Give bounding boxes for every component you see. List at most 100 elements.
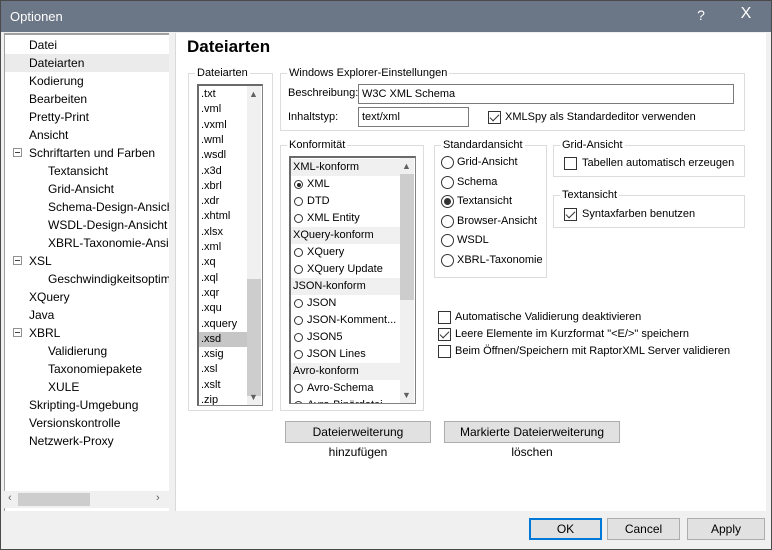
scroll-up-icon[interactable]: ▲ [402,161,411,171]
sidebar-item[interactable]: Validierung [5,342,169,360]
default-view-radio[interactable] [441,234,454,247]
filetype-item[interactable]: .wml [199,133,247,148]
description-input[interactable] [358,84,734,104]
sidebar-item[interactable]: XSL [5,252,169,270]
option-checkbox[interactable] [438,328,451,341]
sidebar-item[interactable]: Grid-Ansicht [5,180,169,198]
option-checkbox[interactable] [438,345,451,358]
radio-button[interactable] [294,401,303,403]
collapse-icon[interactable] [13,148,22,157]
sidebar-item[interactable]: XBRL [5,324,169,342]
sidebar-item[interactable]: Dateiarten [5,54,169,72]
conformance-option[interactable]: JSON Lines [291,346,400,363]
radio-button[interactable] [294,333,303,342]
sidebar-item[interactable]: WSDL-Design-Ansicht [5,216,169,234]
default-view-label[interactable]: Browser-Ansicht [457,215,537,227]
sidebar-item[interactable]: Schema-Design-Ansicht [5,198,169,216]
scroll-left-icon[interactable]: ‹ [8,492,12,504]
radio-button[interactable] [294,350,303,359]
default-view-label[interactable]: Grid-Ansicht [457,156,518,168]
filetype-item[interactable]: .xsl [199,362,247,377]
conformance-option[interactable]: DTD [291,193,400,210]
tree-horizontal-scrollbar[interactable]: ‹ › [4,491,169,508]
collapse-icon[interactable] [13,328,22,337]
sidebar-item[interactable]: Kodierung [5,72,169,90]
sidebar-item[interactable]: Ansicht [5,126,169,144]
sidebar-item[interactable]: Schriftarten und Farben [5,144,169,162]
filetype-item[interactable]: .xbrl [199,179,247,194]
sidebar-item[interactable]: XQuery [5,288,169,306]
radio-button[interactable] [294,214,303,223]
conformance-scrollbar[interactable]: ▲ ▼ [400,158,414,403]
filetype-item[interactable]: .xsd [199,331,247,347]
default-view-label[interactable]: Schema [457,176,497,188]
option-checkbox[interactable] [438,311,451,324]
conformance-option[interactable]: Avro-Binärdatei [291,397,400,403]
sidebar-item[interactable]: Versionskontrolle [5,414,169,432]
auto-tables-label[interactable]: Tabellen automatisch erzeugen [582,157,734,169]
radio-button[interactable] [294,197,303,206]
conformance-option[interactable]: XML [291,176,400,193]
default-view-radio[interactable] [441,253,454,267]
scroll-down-icon[interactable]: ▼ [402,390,411,400]
close-button[interactable]: X [736,5,756,23]
sidebar-item[interactable]: Geschwindigkeitsoptimierungen [5,270,169,288]
sidebar-item[interactable]: Taxonomiepakete [5,360,169,378]
scroll-up-icon[interactable]: ▲ [249,89,258,99]
filetype-item[interactable]: .xslt [199,378,247,393]
sidebar-item[interactable]: Textansicht [5,162,169,180]
filetype-item[interactable]: .vml [199,102,247,117]
sidebar-item[interactable]: Netzwerk-Proxy [5,432,169,450]
default-view-label[interactable]: XBRL-Taxonomie [457,254,543,266]
filetype-item[interactable]: .x3d [199,164,247,179]
auto-tables-checkbox[interactable] [564,157,577,170]
default-view-label[interactable]: Textansicht [457,195,512,207]
filetype-item[interactable]: .xlsx [199,225,247,240]
sidebar-item[interactable]: Java [5,306,169,324]
filetype-item[interactable]: .xqr [199,286,247,301]
default-view-radio[interactable] [441,195,454,208]
filetypes-list[interactable]: .zip .xslt .xsl .xsig .xsd .xquery .xqu .xqr .xq… [197,84,263,406]
radio-button[interactable] [294,384,303,393]
option-label[interactable]: Automatische Validierung deaktivieren [455,311,641,323]
default-editor-checkbox[interactable] [488,111,501,124]
filetype-item[interactable]: .txt [199,87,247,102]
content-type-input[interactable] [358,107,469,127]
option-label[interactable]: Leere Elemente im Kurzformat "<E/>" spei… [455,328,689,340]
radio-button[interactable] [294,316,303,325]
apply-button[interactable]: Apply [687,518,765,540]
sidebar-item[interactable]: XULE [5,378,169,396]
filetype-item[interactable]: .vxml [199,118,247,133]
sidebar-item[interactable]: XBRL-Taxonomie-Ansicht [5,234,169,252]
conformance-option[interactable]: XQuery Update [291,261,400,278]
add-extension-button[interactable]: Dateierweiterung hinzufügen [285,421,431,459]
help-button[interactable]: ? [694,7,708,23]
filetype-item[interactable]: .xml [199,240,247,255]
radio-button[interactable] [294,265,303,274]
default-editor-label[interactable]: XMLSpy als Standardeditor verwenden [505,111,696,123]
radio-button[interactable] [294,180,303,189]
option-label[interactable]: Beim Öffnen/Speichern mit RaptorXML Serv… [455,345,730,357]
radio-button[interactable] [294,299,303,308]
syntax-coloring-checkbox[interactable] [564,208,577,221]
collapse-icon[interactable] [13,256,22,265]
sidebar-item[interactable]: Pretty-Print [5,108,169,126]
scrollbar-thumb[interactable] [18,493,90,506]
default-view-radio[interactable] [441,214,454,228]
default-view-radio[interactable] [441,175,454,189]
filetype-item[interactable]: .xhtml [199,209,247,224]
conformance-option[interactable]: XQuery [291,244,400,261]
conformance-option[interactable]: JSON5 [291,329,400,346]
ok-button[interactable]: OK [529,518,602,540]
scrollbar-thumb[interactable] [247,279,261,396]
syntax-coloring-label[interactable]: Syntaxfarben benutzen [582,208,695,220]
filetypes-scrollbar[interactable]: ▲ ▼ [247,86,261,405]
conformance-option[interactable]: JSON-Komment... [291,312,400,329]
sidebar-item[interactable]: Bearbeiten [5,90,169,108]
cancel-button[interactable]: Cancel [607,518,680,540]
delete-extension-button[interactable]: Markierte Dateierweiterung löschen [444,421,620,459]
filetype-item[interactable]: .xsig [199,347,247,362]
filetype-item[interactable]: .xqu [199,301,247,316]
filetype-item[interactable]: .zip [199,393,247,405]
default-view-radio[interactable] [441,156,454,169]
